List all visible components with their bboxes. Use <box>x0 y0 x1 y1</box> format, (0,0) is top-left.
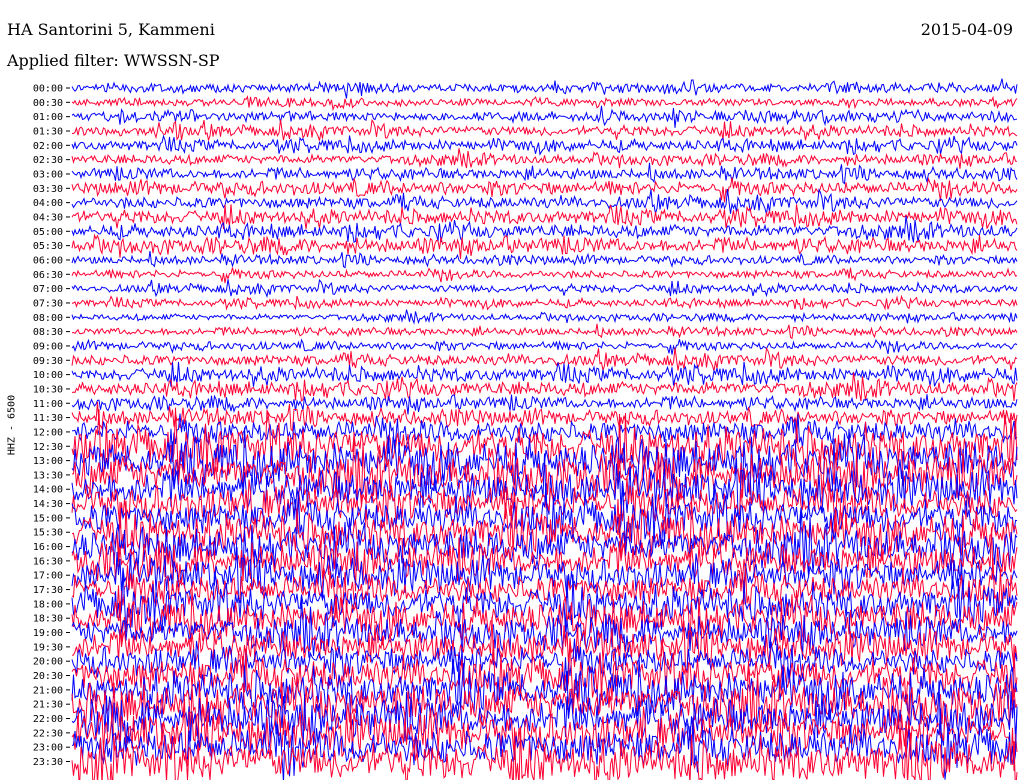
seismic-trace <box>71 95 1018 112</box>
time-tick-label: 03:00 <box>33 169 63 180</box>
time-tick-label: 22:00 <box>33 714 63 725</box>
seismic-trace <box>71 323 1018 340</box>
seismic-trace <box>71 148 1018 169</box>
time-tick-label: 08:00 <box>33 313 63 324</box>
time-tick-label: 06:00 <box>33 255 63 266</box>
seismic-trace <box>71 233 1018 259</box>
time-tick-label: 04:30 <box>33 212 63 223</box>
seismic-trace <box>71 278 1018 299</box>
time-tick-label: 11:30 <box>33 413 63 424</box>
seismic-trace <box>71 162 1018 185</box>
time-tick-label: 02:00 <box>33 141 63 152</box>
time-tick-label: 13:00 <box>33 456 63 467</box>
trace-group <box>71 78 1018 780</box>
helicorder-plot: 00:00 00:30 01:00 01:30 02:00 02:30 03:00 03:30… <box>33 78 1018 780</box>
seismic-trace <box>71 723 1018 780</box>
seismic-trace <box>71 204 1018 230</box>
seismic-trace <box>71 347 1018 373</box>
time-tick-label: 05:30 <box>33 241 63 252</box>
time-tick-label: 05:00 <box>33 227 63 238</box>
time-tick-label: 03:30 <box>33 184 63 195</box>
time-tick-label: 13:30 <box>33 470 63 481</box>
time-tick-label: 18:30 <box>33 614 63 625</box>
time-tick-label: 20:00 <box>33 657 63 668</box>
seismic-trace <box>71 118 1018 142</box>
time-tick-label: 17:30 <box>33 585 63 596</box>
time-tick-label: 14:00 <box>33 485 63 496</box>
seismic-trace <box>71 338 1018 355</box>
seismic-trace <box>71 413 1018 456</box>
time-tick-label: 11:00 <box>33 399 63 410</box>
time-tick-label: 09:00 <box>33 341 63 352</box>
seismic-trace <box>71 250 1018 269</box>
seismic-trace <box>71 78 1018 99</box>
seismic-trace <box>71 267 1018 284</box>
time-tick-label: 15:00 <box>33 513 63 524</box>
time-tick-label: 23:00 <box>33 743 63 754</box>
time-tick-label: 21:00 <box>33 685 63 696</box>
time-tick-label: 02:30 <box>33 155 63 166</box>
time-tick-label: 09:30 <box>33 356 63 367</box>
time-tick-label: 16:00 <box>33 542 63 553</box>
seismic-trace <box>71 294 1018 311</box>
time-tick-label: 07:00 <box>33 284 63 295</box>
time-tick-label: 04:00 <box>33 198 63 209</box>
time-tick-label: 12:00 <box>33 427 63 438</box>
time-tick-label: 19:00 <box>33 628 63 639</box>
time-tick-label: 00:30 <box>33 98 63 109</box>
time-tick-label: 17:00 <box>33 571 63 582</box>
time-tick-label: 20:30 <box>33 671 63 682</box>
time-tick-label: 01:30 <box>33 126 63 137</box>
time-tick-label: 10:00 <box>33 370 63 381</box>
time-tick-label: 08:30 <box>33 327 63 338</box>
time-tick-label: 06:30 <box>33 270 63 281</box>
time-tick-label: 18:00 <box>33 599 63 610</box>
time-tick-label: 07:30 <box>33 298 63 309</box>
time-tick-label: 01:00 <box>33 112 63 123</box>
seismic-trace <box>71 105 1018 128</box>
time-tick-label: 00:00 <box>33 84 63 95</box>
time-tick-label: 16:30 <box>33 556 63 567</box>
time-tick-label: 14:30 <box>33 499 63 510</box>
time-tick-labels: 00:00 00:30 01:00 01:30 02:00 02:30 03:00 03:30… <box>33 84 70 768</box>
time-tick-label: 19:30 <box>33 642 63 653</box>
time-tick-label: 12:30 <box>33 442 63 453</box>
seismic-trace <box>71 361 1018 387</box>
time-tick-label: 23:30 <box>33 757 63 768</box>
seismic-trace <box>71 188 1018 215</box>
seismic-trace <box>71 134 1018 156</box>
seismic-trace <box>71 309 1018 325</box>
time-tick-label: 22:30 <box>33 728 63 739</box>
time-tick-label: 21:30 <box>33 700 63 711</box>
time-tick-label: 10:30 <box>33 384 63 395</box>
time-tick-label: 15:30 <box>33 528 63 539</box>
seismic-trace <box>71 394 1018 415</box>
